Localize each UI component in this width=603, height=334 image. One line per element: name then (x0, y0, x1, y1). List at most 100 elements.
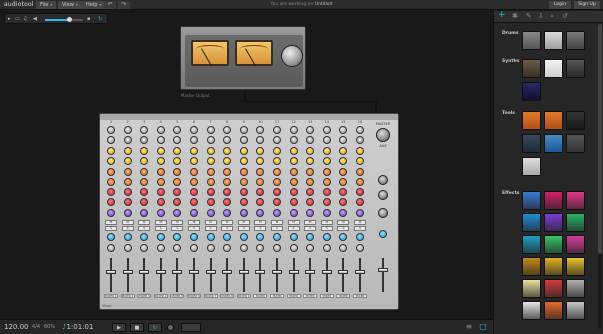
gray-knob[interactable] (223, 136, 232, 144)
blue-knob[interactable] (356, 233, 364, 241)
orange-knob[interactable] (322, 168, 331, 176)
channel-name[interactable]: MIXER 10 (253, 294, 268, 298)
purple-knob[interactable] (356, 209, 364, 217)
purple-knob[interactable] (322, 209, 331, 217)
effect-tile[interactable] (544, 191, 563, 210)
solo-button[interactable]: S (138, 226, 151, 231)
aux-send-knob-2[interactable] (378, 208, 388, 218)
redo-button[interactable]: ↷ (118, 1, 130, 9)
mute-button[interactable]: M (154, 220, 167, 225)
mute-button[interactable]: M (287, 220, 300, 225)
yellow-knob[interactable] (173, 157, 182, 165)
search-icon[interactable]: ⌕ (550, 12, 554, 21)
effect-tile[interactable] (544, 235, 563, 254)
yellow-knob[interactable] (123, 147, 132, 155)
blue-knob[interactable] (123, 233, 132, 241)
channel-name[interactable]: MIXER 6 (187, 294, 201, 298)
effect-tile[interactable] (522, 191, 541, 210)
blue-knob[interactable] (256, 233, 265, 241)
red-knob[interactable] (289, 198, 298, 206)
orange-knob[interactable] (190, 178, 198, 186)
master-output-device[interactable]: Master Output (180, 26, 306, 98)
pan-knob[interactable] (322, 244, 331, 252)
record-button[interactable] (167, 324, 174, 331)
yellow-knob[interactable] (273, 157, 281, 165)
gray-knob[interactable] (356, 126, 364, 134)
sliders-icon[interactable]: ≡ (464, 322, 474, 332)
channel-name[interactable]: MIXER 2 (120, 294, 135, 298)
tool-tile[interactable] (566, 134, 585, 153)
red-knob[interactable] (356, 188, 364, 196)
headphones-icon[interactable]: ♫ (23, 16, 27, 22)
channel-fader[interactable] (155, 270, 166, 274)
pan-knob[interactable] (306, 244, 315, 252)
pan-knob[interactable] (190, 244, 198, 252)
gray-knob[interactable] (356, 136, 364, 144)
purple-knob[interactable] (156, 209, 165, 217)
channel-name[interactable]: MIXER 15 (336, 294, 351, 298)
undo-button[interactable]: ↶ (104, 1, 116, 9)
orange-knob[interactable] (223, 178, 232, 186)
red-knob[interactable] (322, 188, 331, 196)
red-knob[interactable] (173, 188, 182, 196)
channel-name[interactable]: MIXER 11 (270, 294, 284, 298)
yellow-knob[interactable] (123, 157, 132, 165)
yellow-knob[interactable] (140, 147, 149, 155)
drum-machine-tile[interactable] (566, 31, 585, 50)
gray-knob[interactable] (322, 136, 331, 144)
channel-fader[interactable] (139, 270, 150, 274)
channel-name[interactable]: MIXER 13 (303, 294, 318, 298)
red-knob[interactable] (339, 188, 348, 196)
synth-tile[interactable] (522, 59, 541, 78)
yellow-knob[interactable] (356, 147, 364, 155)
mute-button[interactable]: M (254, 220, 267, 225)
pan-knob[interactable] (289, 244, 298, 252)
mute-button[interactable]: M (138, 220, 151, 225)
aux-send-knob[interactable] (378, 175, 388, 185)
stop-button[interactable]: ■ (130, 323, 144, 332)
tool-tile[interactable] (522, 157, 541, 176)
tool-tile[interactable] (522, 134, 541, 153)
red-knob[interactable] (107, 188, 115, 196)
red-knob[interactable] (306, 198, 315, 206)
red-knob[interactable] (239, 198, 248, 206)
orange-knob[interactable] (123, 178, 132, 186)
gray-knob[interactable] (156, 136, 165, 144)
yellow-knob[interactable] (206, 147, 215, 155)
pan-knob[interactable] (339, 244, 348, 252)
yellow-knob[interactable] (206, 157, 215, 165)
channel-fader[interactable] (288, 270, 299, 274)
purple-knob[interactable] (123, 209, 132, 217)
pan-knob[interactable] (273, 244, 281, 252)
solo-button[interactable]: S (188, 226, 200, 231)
solo-button[interactable]: S (237, 226, 250, 231)
orange-knob[interactable] (173, 178, 182, 186)
channel-name[interactable]: MIXER 16 (353, 294, 367, 298)
gray-knob[interactable] (273, 126, 281, 134)
red-knob[interactable] (190, 198, 198, 206)
pencil-icon[interactable]: ✎ (526, 12, 532, 20)
gray-knob[interactable] (123, 126, 132, 134)
gray-knob[interactable] (156, 126, 165, 134)
channel-fader[interactable] (338, 270, 349, 274)
gray-knob[interactable] (322, 126, 331, 134)
orange-knob[interactable] (356, 168, 364, 176)
channel-fader[interactable] (305, 270, 316, 274)
channel-name[interactable]: MIXER 14 (319, 294, 334, 298)
yellow-knob[interactable] (322, 147, 331, 155)
red-knob[interactable] (206, 198, 215, 206)
orange-knob[interactable] (289, 168, 298, 176)
pan-knob[interactable] (256, 244, 265, 252)
file-menu-button[interactable]: File ▾ (36, 1, 57, 9)
gray-knob[interactable] (173, 126, 182, 134)
orange-knob[interactable] (239, 168, 248, 176)
channel-name[interactable]: MIXER 8 (220, 294, 235, 298)
signup-button[interactable]: Sign Up (574, 1, 600, 9)
pan-knob[interactable] (356, 244, 364, 252)
red-knob[interactable] (123, 198, 132, 206)
purple-knob[interactable] (256, 209, 265, 217)
mute-button[interactable]: M (188, 220, 200, 225)
effect-tile[interactable] (522, 257, 541, 276)
effect-tile[interactable] (566, 235, 585, 254)
blue-knob[interactable] (273, 233, 281, 241)
